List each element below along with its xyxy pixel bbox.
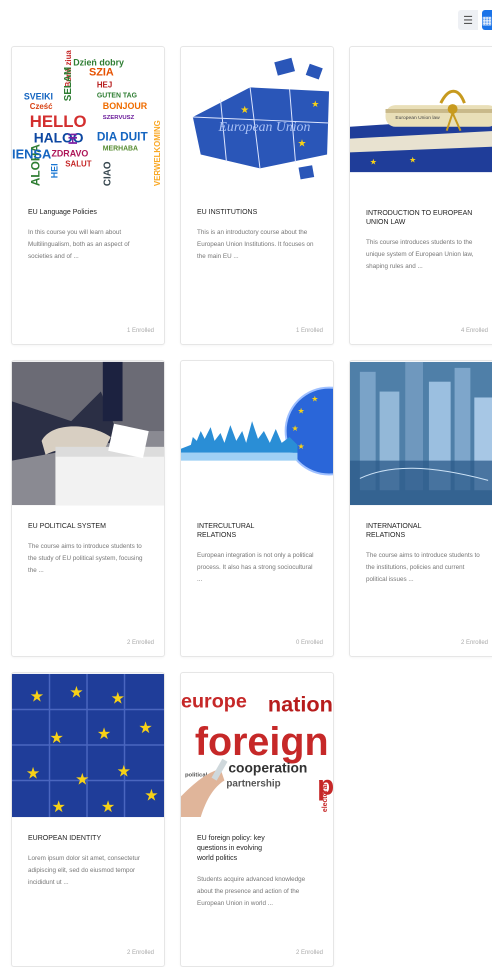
course-title[interactable]: INTRODUCTION TO EUROPEAN UNION LAW [366, 209, 482, 227]
enrolled-count: 1 Enrolled [295, 328, 323, 334]
svg-text:Hi: Hi [66, 133, 80, 145]
svg-text:HELLO: HELLO [30, 112, 87, 131]
svg-text:Cześć: Cześć [30, 102, 53, 111]
course-title[interactable]: EU POLITICAL SYSTEM [28, 522, 148, 531]
course-card[interactable]: European Union law ★ ★ INTRODUCTION TO E… [349, 46, 492, 345]
list-icon: ☰ [463, 14, 473, 27]
svg-text:★: ★ [138, 720, 152, 737]
enrolled-count: 2 Enrolled [460, 640, 488, 646]
course-image-european-union-puzzle: European Union ★ ★ ★ [181, 47, 333, 192]
view-toggle: ☰ ▦ [458, 10, 492, 30]
course-title[interactable]: INTERCULTURAL RELATIONS [197, 522, 257, 540]
svg-text:HEI: HEI [49, 163, 59, 178]
course-card[interactable]: EU POLITICAL SYSTEM The course aims to i… [11, 360, 165, 657]
svg-text:★: ★ [111, 691, 125, 708]
course-description: In this course you will learn about Mult… [28, 229, 130, 260]
course-description: This course introduces students to the u… [366, 239, 474, 270]
svg-text:★: ★ [101, 799, 115, 816]
svg-text:★: ★ [297, 406, 304, 415]
enrolled-count: 1 Enrolled [126, 328, 154, 334]
course-title[interactable]: INTERNATIONAL RELATIONS [366, 522, 426, 540]
list-view-button[interactable]: ☰ [458, 10, 478, 30]
svg-text:ZDRAVO: ZDRAVO [51, 149, 88, 159]
course-description: The course aims to introduce students to… [28, 543, 143, 574]
svg-text:HEJ: HEJ [97, 80, 112, 89]
svg-text:★: ★ [311, 99, 319, 109]
svg-text:European Union law: European Union law [395, 115, 440, 121]
svg-text:DIA DUIT: DIA DUIT [97, 130, 149, 144]
svg-text:SZERVUSZ: SZERVUSZ [103, 115, 135, 121]
svg-text:po: po [317, 769, 333, 800]
grid-icon: ▦ [481, 14, 492, 27]
svg-text:★: ★ [297, 139, 306, 150]
course-description: This is an introductory course about the… [197, 229, 314, 260]
svg-text:★: ★ [117, 764, 131, 781]
course-image-city-world-map [350, 361, 492, 506]
svg-text:★: ★ [69, 685, 83, 702]
svg-text:European Union: European Union [218, 119, 311, 134]
svg-text:nation: nation [268, 691, 333, 716]
svg-text:IENSA: IENSA [12, 146, 51, 161]
course-image-language-wordcloud: Dzień dobry Bună ziua SZIA SVEIKI SELAM … [12, 47, 164, 192]
svg-text:europe: europe [181, 691, 247, 713]
course-card[interactable]: INTERNATIONAL RELATIONS The course aims … [349, 360, 492, 657]
course-title[interactable]: EU foreign policy: key questions in evol… [197, 834, 273, 864]
enrolled-count: 4 Enrolled [460, 328, 488, 334]
svg-text:★: ★ [144, 787, 158, 804]
svg-text:BONJOUR: BONJOUR [103, 101, 148, 111]
svg-text:SELAM: SELAM [63, 67, 74, 102]
svg-text:★: ★ [50, 730, 64, 747]
enrolled-count: 2 Enrolled [126, 950, 154, 956]
course-description: Lorem ipsum dolor sit amet, consectetur … [28, 855, 140, 886]
svg-text:CIAO: CIAO [103, 161, 114, 186]
course-description: European integration is not only a polit… [197, 552, 314, 583]
enrolled-count: 2 Enrolled [295, 950, 323, 956]
svg-text:SVEIKI: SVEIKI [24, 91, 53, 101]
svg-text:VERWELKOMING: VERWELKOMING [153, 120, 162, 186]
course-description: The course aims to introduce students to… [366, 552, 480, 583]
grid-view-button[interactable]: ▦ [482, 10, 492, 30]
svg-text:★: ★ [51, 799, 65, 816]
svg-text:★: ★ [370, 157, 377, 166]
svg-text:SZIA: SZIA [89, 67, 114, 79]
svg-text:foreign: foreign [195, 720, 329, 764]
enrolled-count: 2 Enrolled [126, 640, 154, 646]
course-image-foreign-policy-wordcloud: europe nation foreign cooperation partne… [181, 673, 333, 818]
course-title[interactable]: EU INSTITUTIONS [197, 208, 317, 217]
svg-text:partnership: partnership [226, 778, 280, 789]
course-title[interactable]: EUROPEAN IDENTITY [28, 834, 148, 843]
svg-text:★: ★ [30, 689, 44, 706]
course-title[interactable]: EU Language Policies [28, 208, 148, 217]
svg-text:MERHABA: MERHABA [103, 146, 138, 153]
svg-text:cooperation: cooperation [228, 760, 307, 776]
enrolled-count: 0 Enrolled [295, 640, 323, 646]
svg-text:SALUT: SALUT [65, 159, 91, 168]
course-card[interactable]: ★ ★ ★ ★ INTERCULTURAL RELATIONS European… [180, 360, 334, 657]
course-image-eu-law-scroll: European Union law ★ ★ [350, 47, 492, 173]
svg-text:★: ★ [297, 442, 304, 451]
svg-text:★: ★ [97, 726, 111, 743]
svg-text:GUTEN TAG: GUTEN TAG [97, 92, 137, 99]
course-image-skyline-eu-globe: ★ ★ ★ ★ [181, 361, 333, 506]
course-card[interactable]: europe nation foreign cooperation partne… [180, 672, 334, 967]
svg-text:★: ★ [409, 155, 416, 164]
course-card[interactable]: Dzień dobry Bună ziua SZIA SVEIKI SELAM … [11, 46, 165, 345]
course-description: Students acquire advanced knowledge abou… [197, 876, 306, 907]
svg-text:★: ★ [292, 424, 299, 433]
course-image-eu-flag-puzzle: ★ ★ ★ ★ ★ ★ ★ ★ ★ ★ ★ ★ [12, 673, 164, 818]
course-card[interactable]: ★ ★ ★ ★ ★ ★ ★ ★ ★ ★ ★ ★ EUROPEAN IDENTITY Lorem … [11, 672, 165, 967]
svg-text:★: ★ [240, 105, 249, 116]
svg-text:★: ★ [311, 394, 318, 403]
svg-text:★: ★ [26, 766, 40, 783]
course-image-ballot-box [12, 361, 164, 506]
course-card[interactable]: European Union ★ ★ ★ EU INSTITUTIONS Thi… [180, 46, 334, 345]
svg-text:★: ★ [75, 771, 89, 788]
